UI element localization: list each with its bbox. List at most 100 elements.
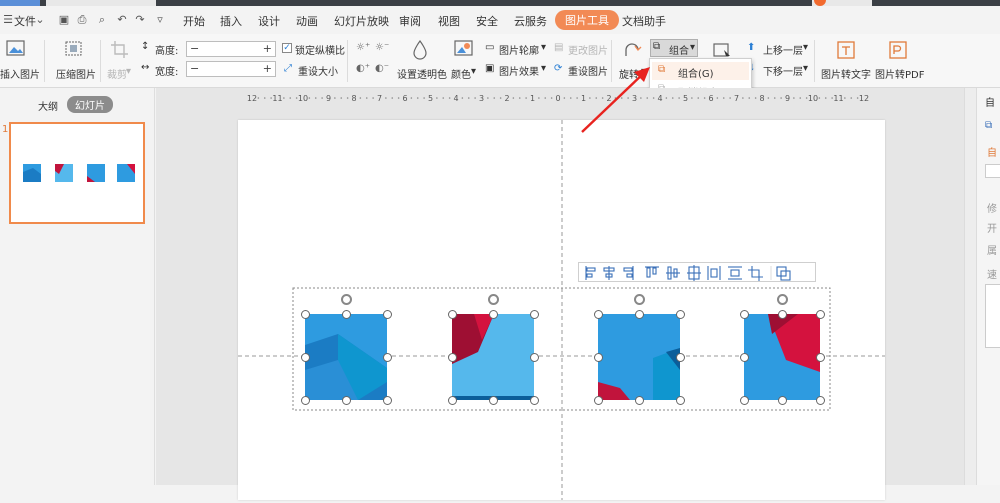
resize-handle[interactable]: [529, 395, 539, 405]
save-icon[interactable]: ▣: [58, 14, 70, 26]
contrast-down-icon[interactable]: ◐⁻: [375, 63, 389, 74]
compress-picture-button[interactable]: 压缩图片: [56, 66, 96, 81]
tab-security[interactable]: 安全: [476, 13, 498, 29]
slides-tab[interactable]: 幻灯片: [67, 96, 113, 113]
resize-handle[interactable]: [300, 352, 310, 362]
chevron-down-icon[interactable]: ⌄: [34, 14, 46, 26]
picture-to-pdf-button[interactable]: 图片转PDF: [875, 66, 924, 81]
plus-icon[interactable]: +: [263, 42, 272, 56]
pane-list[interactable]: [985, 284, 1000, 348]
ruler-label: 9: [785, 94, 790, 103]
rotate-handle-icon[interactable]: [776, 294, 788, 305]
align-top-icon: [645, 266, 659, 278]
rotate-handle-icon[interactable]: [340, 294, 352, 305]
resize-handle[interactable]: [488, 309, 498, 319]
pane-input[interactable]: [985, 164, 1000, 178]
ruler-tick: [314, 97, 317, 99]
resize-handle[interactable]: [529, 309, 539, 319]
tab-picture-tools[interactable]: 图片工具: [555, 10, 619, 30]
resize-handle[interactable]: [488, 395, 498, 405]
resize-handle[interactable]: [341, 309, 351, 319]
crop-button[interactable]: 裁剪: [107, 66, 127, 81]
resize-handle[interactable]: [382, 395, 392, 405]
height-input[interactable]: − +: [186, 41, 276, 57]
lock-ratio-checkbox[interactable]: ✓: [282, 43, 292, 53]
picture-outline-button[interactable]: 图片轮廓: [499, 42, 539, 57]
print-icon[interactable]: ⎙: [76, 14, 88, 26]
tab-slideshow[interactable]: 幻灯片放映: [334, 13, 389, 29]
width-input[interactable]: − +: [186, 61, 276, 77]
resize-handle[interactable]: [815, 352, 825, 362]
resize-handle[interactable]: [739, 352, 749, 362]
resize-handle[interactable]: [739, 309, 749, 319]
undo-icon[interactable]: ↶: [116, 14, 128, 26]
ruler-tick: [397, 97, 400, 99]
customize-icon[interactable]: ▿: [154, 14, 166, 26]
resize-handle[interactable]: [341, 395, 351, 405]
slide-thumbnail[interactable]: [9, 122, 145, 224]
resize-handle[interactable]: [739, 395, 749, 405]
resize-handle[interactable]: [593, 352, 603, 362]
lock-ratio-label[interactable]: 锁定纵横比: [295, 42, 345, 57]
resize-handle[interactable]: [382, 352, 392, 362]
picture-to-text-button[interactable]: 图片转文字: [821, 66, 871, 81]
minus-icon[interactable]: −: [190, 42, 199, 56]
change-picture-button[interactable]: 更改图片: [568, 42, 608, 57]
tab-cloud[interactable]: 云服务: [514, 13, 547, 29]
tab-review[interactable]: 审阅: [399, 13, 421, 29]
menu-item-group[interactable]: ⧉ 组合(G): [652, 62, 749, 80]
resize-handle[interactable]: [447, 309, 457, 319]
hamburger-icon[interactable]: ☰: [2, 14, 14, 26]
resize-handle[interactable]: [777, 395, 787, 405]
resize-handle[interactable]: [815, 309, 825, 319]
resize-handle[interactable]: [634, 395, 644, 405]
resize-handle[interactable]: [634, 309, 644, 319]
print-preview-icon[interactable]: ⌕: [96, 14, 108, 26]
rotate-handle-icon[interactable]: [487, 294, 499, 305]
ruler-tick: [346, 97, 349, 99]
ruler-tick: [474, 97, 476, 99]
tab-design[interactable]: 设计: [258, 13, 280, 29]
outline-tab[interactable]: 大纲: [38, 98, 58, 113]
minus-icon[interactable]: −: [190, 62, 199, 76]
picture-effects-button[interactable]: 图片效果: [499, 63, 539, 78]
resize-handle[interactable]: [815, 395, 825, 405]
resize-handle[interactable]: [447, 352, 457, 362]
ruler-tick: [283, 97, 285, 99]
resize-handle[interactable]: [675, 352, 685, 362]
ruler-label: 11: [833, 94, 843, 103]
send-backward-button[interactable]: 下移一层: [763, 63, 803, 78]
color-button[interactable]: 颜色: [451, 66, 471, 81]
resize-handle[interactable]: [593, 395, 603, 405]
resize-handle[interactable]: [300, 395, 310, 405]
tab-start[interactable]: 开始: [183, 13, 205, 29]
resize-handle[interactable]: [382, 309, 392, 319]
insert-picture-button[interactable]: 插入图片: [0, 66, 40, 81]
tab-insert[interactable]: 插入: [220, 13, 242, 29]
brightness-up-icon[interactable]: ☼⁺: [356, 42, 370, 53]
tab-doc-assistant[interactable]: 文档助手: [622, 13, 666, 29]
file-menu[interactable]: 文件: [14, 13, 36, 29]
brightness-down-icon[interactable]: ☼⁻: [375, 42, 389, 53]
resize-handle[interactable]: [777, 309, 787, 319]
plus-icon[interactable]: +: [263, 62, 272, 76]
rotate-handle-icon[interactable]: [633, 294, 645, 305]
contrast-up-icon[interactable]: ◐⁺: [356, 63, 370, 74]
vertical-scrollbar[interactable]: [964, 88, 976, 485]
bring-forward-button[interactable]: 上移一层: [763, 42, 803, 57]
resize-handle[interactable]: [593, 309, 603, 319]
redo-icon[interactable]: ↷: [134, 14, 146, 26]
pane-item-1[interactable]: 自: [987, 144, 997, 159]
resize-handle[interactable]: [300, 309, 310, 319]
resize-handle[interactable]: [529, 352, 539, 362]
resize-handle[interactable]: [675, 309, 685, 319]
resize-handle[interactable]: [447, 395, 457, 405]
slide[interactable]: [238, 120, 885, 500]
pane-icon[interactable]: ⧉: [985, 120, 992, 131]
tab-animation[interactable]: 动画: [296, 13, 318, 29]
tab-view[interactable]: 视图: [438, 13, 460, 29]
resize-handle[interactable]: [675, 395, 685, 405]
set-transparent-button[interactable]: 设置透明色: [397, 66, 447, 81]
reset-size-button[interactable]: 重设大小: [298, 63, 338, 78]
group-button[interactable]: ⧉ 组合 ▾: [650, 39, 698, 57]
